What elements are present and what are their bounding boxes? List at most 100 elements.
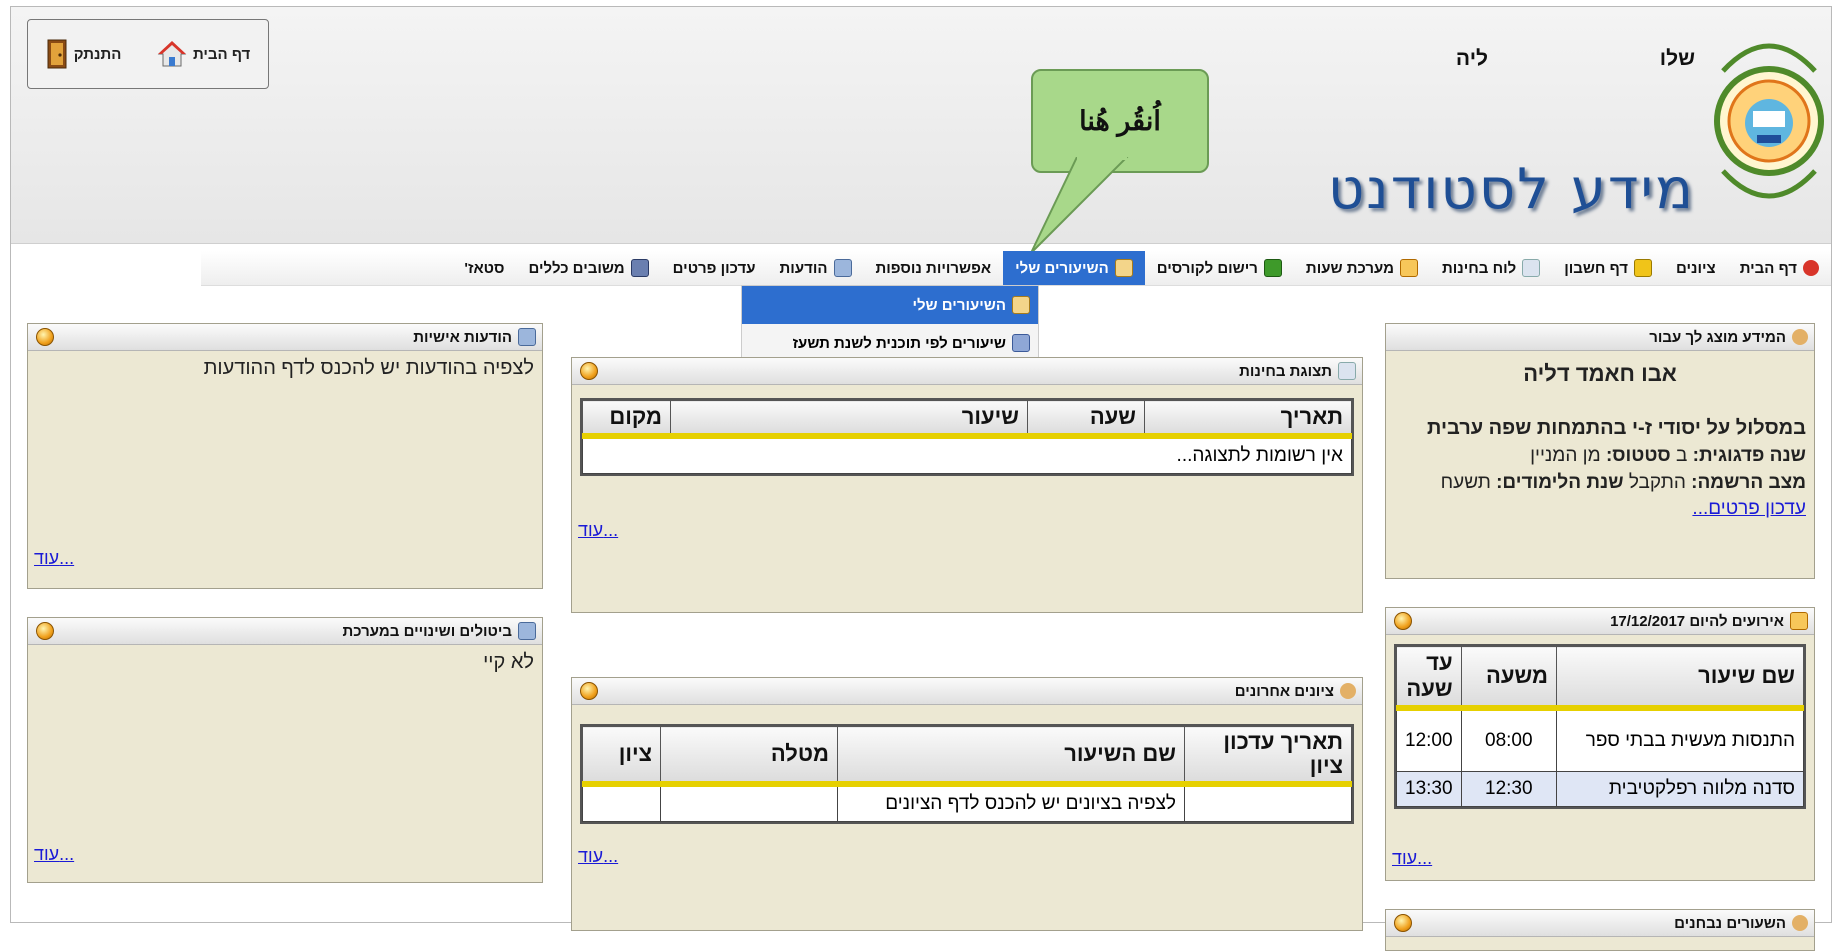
recent-grades-panel: ציונים אחרונים תאריך עדכון ציון שם השיעו… <box>571 677 1363 931</box>
more-link[interactable]: עוד... <box>34 548 74 569</box>
nav-update-details[interactable]: עדכון פרטים <box>661 251 768 285</box>
nav-internship[interactable]: סטאז' <box>452 251 516 285</box>
feedback-icon <box>630 259 649 277</box>
messages-icon <box>833 259 852 277</box>
collapse-knob[interactable] <box>1394 612 1412 630</box>
coin-icon <box>1634 259 1652 277</box>
panel-title: ביטולים ושינויים במערכת <box>28 618 542 645</box>
grades-table-box: תאריך עדכון ציון שם השיעור מטלה ציון לצפ… <box>580 724 1354 824</box>
events-panel: אירועים להיום 17/12/2017 שם שיעור משעה ע… <box>1385 607 1815 881</box>
nav-messages[interactable]: הודעות <box>768 251 864 285</box>
nav-schedule[interactable]: מערכת שעות <box>1294 251 1430 285</box>
nav-more-options[interactable]: אפשרויות נוספות <box>864 251 1004 285</box>
messages-icon <box>518 328 536 346</box>
grades-table: תאריך עדכון ציון שם השיעור מטלה ציון לצפ… <box>582 726 1352 822</box>
greeting-end: ליה <box>1455 47 1489 70</box>
book-icon <box>1263 259 1282 277</box>
col-lesson: שיעור <box>670 400 1028 439</box>
page-title: מידע לסטודנט <box>1327 157 1695 222</box>
page-frame: דף הבית התנתק שלו ליה מידע לסטודנט اُنقُ… <box>10 6 1832 951</box>
home-icon <box>1803 260 1819 276</box>
nav-grades[interactable]: ציונים <box>1664 251 1728 285</box>
update-details-link[interactable]: עדכון פרטים... <box>1692 498 1806 519</box>
plan-icon <box>1012 334 1030 352</box>
greeting-start: שלו <box>1659 47 1695 70</box>
messages-text: לצפיה בהודעות יש להכנס לדף ההודעות <box>203 357 534 379</box>
table-row: לצפיה בציונים יש להכנס לדף הציונים <box>582 783 1352 822</box>
col-from: משעה <box>1460 646 1558 711</box>
home-label: דף הבית <box>192 45 251 63</box>
home-button[interactable]: דף הבית <box>157 40 250 68</box>
grades-icon <box>1340 683 1356 699</box>
student-info-panel: המידע מוצג לך עבור אבו חאמד דליה במסלול … <box>1385 323 1815 579</box>
col-grade: ציון <box>582 726 661 787</box>
collapse-knob[interactable] <box>36 328 54 346</box>
empty-message: אין רשומות לתצוגה... <box>582 435 1352 474</box>
college-logo <box>1714 43 1824 199</box>
col-hour: שעה <box>1027 400 1145 439</box>
table-row: סדנה מלווה רפלקטיבית 12:30 13:30 <box>1396 771 1804 807</box>
user-icon <box>1792 915 1808 931</box>
track-line: במסלול על יסודי ז-י בהתמחות שפה ערבית <box>1427 417 1806 439</box>
user-icon <box>1792 329 1808 345</box>
exam-icon <box>1522 259 1541 277</box>
student-name: אבו חאמד דליה <box>1523 361 1677 386</box>
events-table: שם שיעור משעה עד שעה התנסות מעשית בבתי ס… <box>1396 646 1804 807</box>
more-link[interactable]: עוד... <box>34 844 74 865</box>
top-buttons: דף הבית התנתק <box>27 19 269 89</box>
collapse-knob[interactable] <box>580 362 598 380</box>
panel-title: תצוגת בחינות <box>572 358 1362 385</box>
nav-account[interactable]: דף חשבון <box>1552 251 1664 285</box>
cancellations-panel: ביטולים ושינויים במערכת לא קיי עוד... <box>27 617 543 883</box>
more-link[interactable]: עוד... <box>578 520 618 541</box>
col-lesson-name: שם השיעור <box>837 726 1185 787</box>
cancellations-text: לא קיי <box>483 651 534 673</box>
nav-feedback[interactable]: משובים כללים <box>516 251 660 285</box>
panel-title: ציונים אחרונים <box>572 678 1362 705</box>
nav-my-lessons[interactable]: השיעורים שלי <box>1003 251 1145 285</box>
logout-button[interactable]: התנתק <box>46 38 122 70</box>
tested-lessons-panel: השעורים נבחנים <box>1385 909 1815 951</box>
door-icon <box>47 39 67 69</box>
table-row: אין רשומות לתצוגה... <box>582 435 1352 474</box>
exam-icon <box>1338 362 1356 380</box>
col-date: תאריך <box>1144 400 1352 439</box>
info-body: אבו חאמד דליה במסלול על יסודי ז-י בהתמחו… <box>1386 351 1814 528</box>
exams-panel: תצוגת בחינות תאריך שעה שיעור מקום אין רש… <box>571 357 1363 613</box>
dropdown-my-lessons[interactable]: השיעורים שלי <box>742 286 1038 324</box>
my-lessons-dropdown: השיעורים שלי שיעורים לפי תוכנית לשנת תשע… <box>741 285 1039 367</box>
personal-messages-panel: הודעות אישיות לצפיה בהודעות יש להכנס לדף… <box>27 323 543 589</box>
col-lesson-name: שם שיעור <box>1556 646 1804 711</box>
collapse-knob[interactable] <box>36 622 54 640</box>
callout-pointer <box>1030 157 1129 254</box>
callout-text: اُنقُر هُنا <box>1079 105 1161 136</box>
collapse-knob[interactable] <box>1394 914 1412 932</box>
col-place: מקום <box>582 400 671 439</box>
exams-table: תאריך שעה שיעור מקום אין רשומות לתצוגה..… <box>582 400 1352 474</box>
grades-info: לצפיה בציונים יש להכנס לדף הציונים <box>837 783 1185 822</box>
panel-title: אירועים להיום 17/12/2017 <box>1386 608 1814 635</box>
collapse-knob[interactable] <box>580 682 598 700</box>
house-icon <box>157 41 187 67</box>
table-row: התנסות מעשית בבתי ספר 08:00 12:00 <box>1396 707 1804 772</box>
col-update-date: תאריך עדכון ציון <box>1184 726 1352 787</box>
col-task: מטלה <box>660 726 838 787</box>
greeting: שלו ליה <box>1456 47 1695 77</box>
col-to: עד שעה <box>1396 646 1462 711</box>
more-link[interactable]: עוד... <box>578 846 618 867</box>
nav-course-registration[interactable]: רישום לקורסים <box>1145 251 1294 285</box>
lessons-icon <box>1012 296 1030 314</box>
events-table-box: שם שיעור משעה עד שעה התנסות מעשית בבתי ס… <box>1394 644 1806 809</box>
header: דף הבית התנתק שלו ליה מידע לסטודנט <box>11 7 1831 244</box>
nav-exams[interactable]: לוח בחינות <box>1430 251 1552 285</box>
calendar-icon <box>1790 612 1808 630</box>
more-link[interactable]: עוד... <box>1392 848 1432 869</box>
nav-home[interactable]: דף הבית <box>1728 251 1831 285</box>
exams-table-box: תאריך שעה שיעור מקום אין רשומות לתצוגה..… <box>580 398 1354 476</box>
messages-icon <box>518 622 536 640</box>
panel-title: השעורים נבחנים <box>1386 910 1814 937</box>
lessons-icon <box>1114 259 1133 277</box>
logout-label: התנתק <box>73 45 122 63</box>
panel-title: המידע מוצג לך עבור <box>1386 324 1814 351</box>
calendar-icon <box>1400 259 1419 277</box>
